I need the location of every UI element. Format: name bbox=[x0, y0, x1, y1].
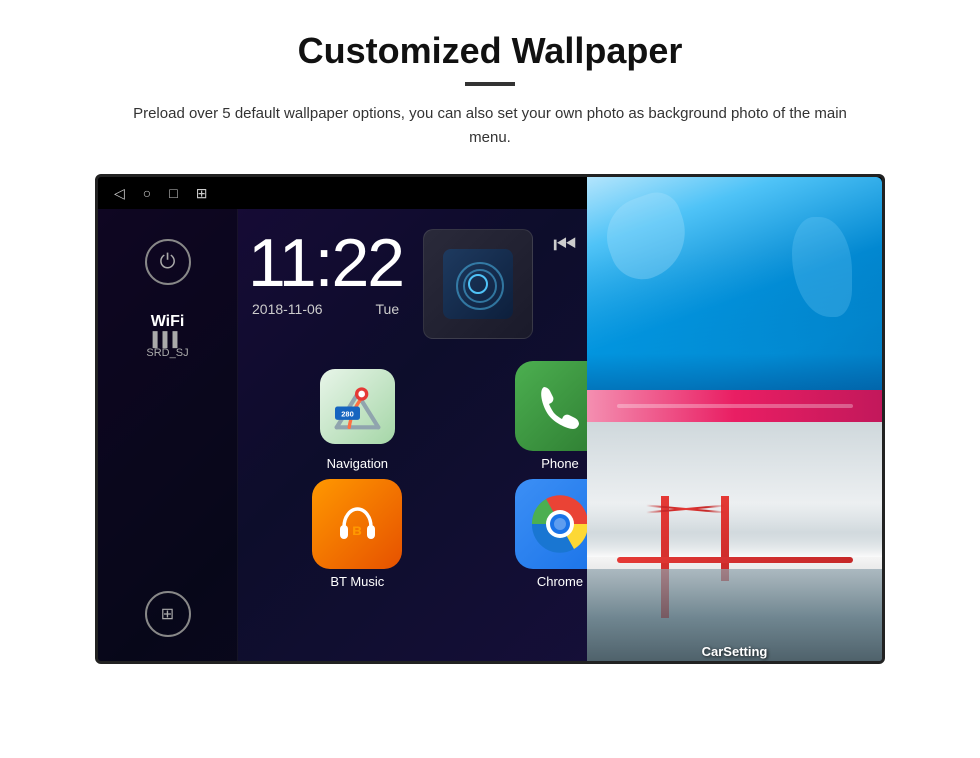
android-screen: ◁ ○ □ ⊞ ⬡ ▾ 11:22 ⏻ Wi bbox=[95, 174, 885, 664]
sidebar: ⏻ WiFi ▌▌▌ SRD_SJ ⊞ bbox=[98, 209, 238, 664]
wifi-signal-icon: ▌▌▌ bbox=[146, 331, 188, 347]
wallpaper-panel: CarSetting bbox=[587, 177, 882, 664]
signal-center bbox=[468, 274, 488, 294]
wallpaper-ice[interactable] bbox=[587, 177, 882, 422]
recents-icon[interactable]: □ bbox=[169, 185, 177, 201]
power-button[interactable]: ⏻ bbox=[145, 239, 191, 285]
apps-button[interactable]: ⊞ bbox=[145, 591, 191, 637]
device-container: ◁ ○ □ ⊞ ⬡ ▾ 11:22 ⏻ Wi bbox=[40, 174, 940, 664]
sidebar-top: ⏻ WiFi ▌▌▌ SRD_SJ bbox=[145, 239, 191, 359]
home-icon[interactable]: ○ bbox=[143, 185, 151, 201]
app-item-navigation[interactable]: 280 Navigation bbox=[260, 361, 455, 471]
page-title: Customized Wallpaper bbox=[40, 30, 940, 72]
date-value: 2018-11-06 bbox=[252, 301, 323, 317]
status-bar-left: ◁ ○ □ ⊞ bbox=[114, 185, 207, 202]
radio-icon bbox=[443, 249, 513, 319]
wifi-label: WiFi bbox=[146, 313, 188, 331]
app-item-bt-music[interactable]: ʙ BT Music bbox=[260, 479, 455, 589]
bt-music-app-icon: ʙ bbox=[312, 479, 402, 569]
wifi-ssid: SRD_SJ bbox=[146, 347, 188, 359]
svg-text:280: 280 bbox=[341, 409, 354, 418]
page-container: Customized Wallpaper Preload over 5 defa… bbox=[0, 0, 980, 684]
screenshot-icon[interactable]: ⊞ bbox=[196, 185, 208, 202]
clock-display: 11:22 2018-11-06 Tue bbox=[248, 229, 403, 317]
grid-icon: ⊞ bbox=[161, 604, 174, 624]
phone-app-label: Phone bbox=[541, 456, 579, 471]
day-value: Tue bbox=[376, 301, 400, 317]
clock-time: 11:22 bbox=[248, 229, 403, 297]
bt-music-app-label: BT Music bbox=[330, 574, 384, 589]
chrome-app-label: Chrome bbox=[537, 574, 583, 589]
title-divider bbox=[465, 82, 515, 86]
back-icon[interactable]: ◁ bbox=[114, 185, 125, 202]
navigation-app-icon: 280 bbox=[312, 361, 402, 451]
radio-signal-icon bbox=[453, 259, 503, 309]
clock-date: 2018-11-06 Tue bbox=[248, 301, 403, 317]
wallpaper-bridge[interactable]: CarSetting bbox=[587, 422, 882, 664]
svg-text:ʙ: ʙ bbox=[352, 522, 362, 539]
prev-track-icon[interactable]: ⏮ bbox=[553, 229, 576, 261]
navigation-app-label: Navigation bbox=[327, 456, 388, 471]
page-subtitle: Preload over 5 default wallpaper options… bbox=[130, 102, 850, 150]
carsetting-label: CarSetting bbox=[587, 644, 882, 659]
wifi-info: WiFi ▌▌▌ SRD_SJ bbox=[146, 313, 188, 359]
radio-widget[interactable] bbox=[423, 229, 533, 339]
